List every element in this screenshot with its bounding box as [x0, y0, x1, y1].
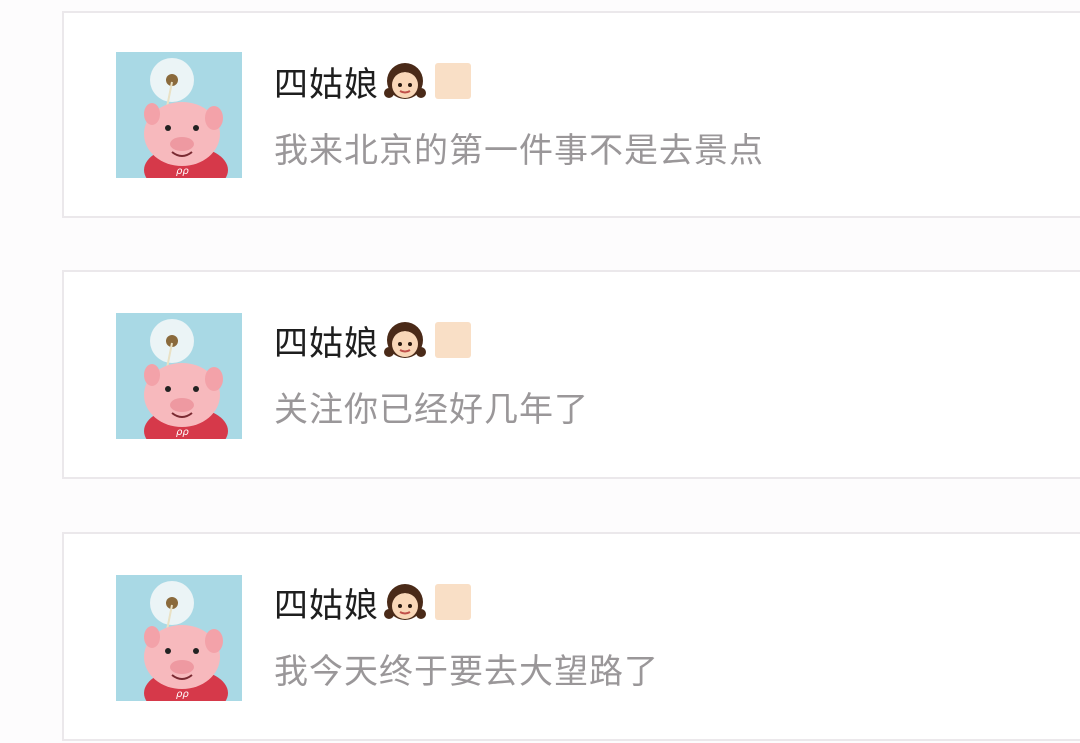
svg-text:ρρ: ρρ: [176, 689, 189, 700]
comment-card[interactable]: ρρ 四姑娘 我来北京的第一件事不是去景点: [62, 11, 1080, 218]
comment-text: 关注你已经好几年了: [274, 390, 589, 430]
skin-tone-modifier-icon: [435, 63, 471, 99]
svg-text:ρρ: ρρ: [176, 166, 189, 177]
comment-text: 我今天终于要去大望路了: [274, 652, 659, 692]
name-row: 四姑娘: [274, 316, 471, 364]
girl-emoji-icon: [381, 576, 429, 628]
username[interactable]: 四姑娘: [274, 578, 379, 627]
skin-tone-modifier-icon: [435, 322, 471, 358]
username[interactable]: 四姑娘: [274, 57, 379, 106]
avatar[interactable]: ρρ: [116, 313, 242, 439]
avatar[interactable]: ρρ: [116, 52, 242, 178]
girl-emoji-icon: [381, 55, 429, 107]
comment-card[interactable]: ρρ 四姑娘 关注你已经好几年了: [62, 270, 1080, 479]
skin-tone-modifier-icon: [435, 584, 471, 620]
name-row: 四姑娘: [274, 57, 471, 105]
comment-feed: ρρ 四姑娘 我来北京的第一件事不是去景点 ρρ 四姑娘 关注你已经好几年了 ρ…: [0, 0, 1080, 743]
girl-emoji-icon: [381, 314, 429, 366]
name-row: 四姑娘: [274, 578, 471, 626]
username[interactable]: 四姑娘: [274, 316, 379, 365]
svg-text:ρρ: ρρ: [176, 427, 189, 438]
comment-text: 我来北京的第一件事不是去景点: [274, 131, 764, 171]
avatar[interactable]: ρρ: [116, 575, 242, 701]
comment-card[interactable]: ρρ 四姑娘 我今天终于要去大望路了: [62, 532, 1080, 741]
